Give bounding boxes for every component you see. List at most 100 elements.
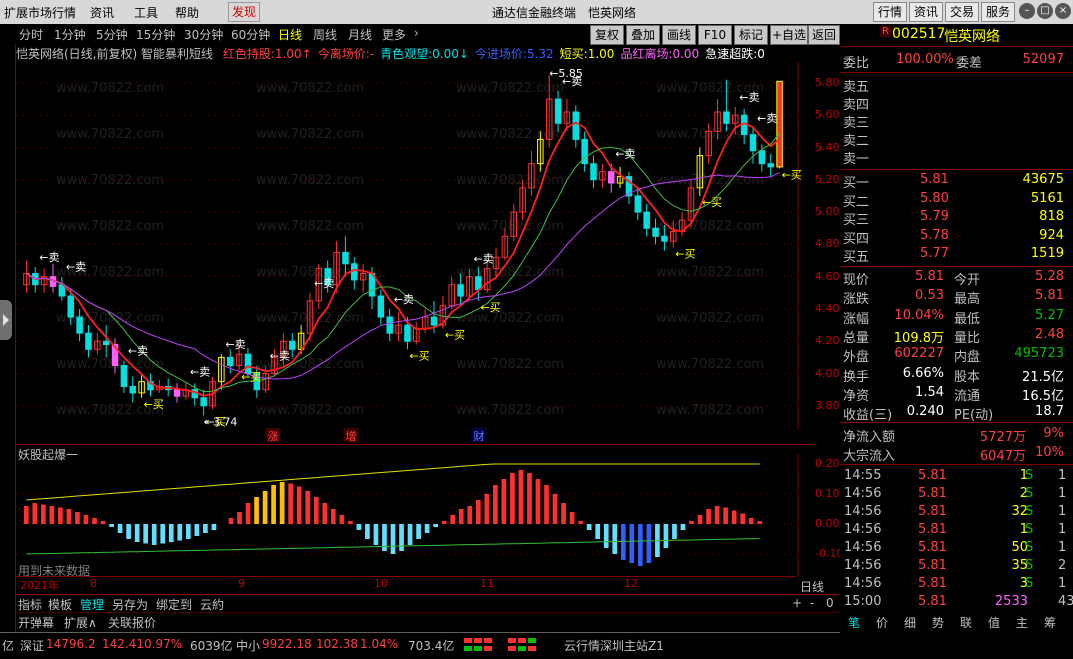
- toggle-related[interactable]: 关联报价: [108, 614, 156, 631]
- btn-trade[interactable]: 交易: [945, 2, 979, 22]
- period-tab[interactable]: 15分钟: [136, 26, 175, 43]
- tick-price: 5.81: [918, 594, 947, 609]
- stat-value: 0.240: [906, 404, 944, 420]
- tab-save-as[interactable]: 另存为: [112, 596, 148, 613]
- y-tick-label: 4.80: [815, 237, 840, 251]
- quote-tab[interactable]: 筹: [1044, 614, 1056, 631]
- tab-cloud[interactable]: 云約: [200, 596, 224, 613]
- menu-news[interactable]: 资讯: [90, 4, 114, 21]
- btn-overlay[interactable]: 叠加: [626, 25, 660, 45]
- period-tab[interactable]: 1分钟: [54, 26, 86, 43]
- candle-body: [129, 385, 137, 394]
- menu-discover[interactable]: 发现: [228, 2, 261, 22]
- extension-bar: 开弹幕 扩展∧ 关联报价: [16, 612, 840, 631]
- btn-f10[interactable]: F10: [698, 25, 732, 45]
- sell-signal: ←卖: [39, 251, 59, 264]
- candle-body: [386, 316, 393, 334]
- zoom-reset-button[interactable]: 0: [826, 596, 834, 610]
- period-tab[interactable]: 60分钟: [231, 26, 270, 43]
- stat-label: 内盘: [954, 350, 981, 366]
- chevron-right-icon[interactable]: ›: [414, 26, 419, 40]
- watermark-text: www.70822.com: [56, 219, 164, 234]
- period-tab[interactable]: 分时: [19, 26, 43, 43]
- btn-add-watch[interactable]: +自选: [770, 25, 808, 45]
- divider: [840, 169, 1073, 170]
- ask-row: 卖一: [840, 148, 1070, 167]
- tab-manage[interactable]: 管理: [80, 596, 104, 613]
- y-tick-label: 4.40: [815, 301, 840, 315]
- tick-price: 5.81: [918, 468, 947, 483]
- status-server[interactable]: 云行情深圳主站Z1: [564, 637, 664, 654]
- candle-body: [590, 163, 597, 181]
- menu-help[interactable]: 帮助: [175, 4, 199, 21]
- zoom-out-button[interactable]: -: [810, 596, 814, 610]
- stat-value: 21.5亿: [1022, 369, 1064, 385]
- btn-service[interactable]: 服务: [981, 2, 1015, 22]
- minimize-icon[interactable]: –: [1019, 3, 1035, 19]
- stat-value: 1.54: [915, 384, 944, 400]
- tick-price: 5.81: [918, 504, 947, 519]
- stat-value: 5.28: [1035, 269, 1064, 284]
- quote-tab[interactable]: 主: [1016, 614, 1028, 631]
- stat-row: 总量 109.8万 量比 2.48: [840, 327, 1070, 346]
- quote-tab[interactable]: 价: [876, 614, 888, 631]
- menu-market[interactable]: 扩展市场行情: [4, 4, 76, 21]
- watermark-text: www.70822.com: [456, 81, 564, 96]
- tab-bind[interactable]: 绑定到: [156, 596, 192, 613]
- buy-signal: ←买: [480, 301, 500, 314]
- bid-price: 5.79: [920, 209, 949, 224]
- bid-label: 买四: [843, 231, 870, 247]
- btn-back[interactable]: 返回: [808, 25, 840, 45]
- quote-tab[interactable]: 势: [932, 614, 944, 631]
- info-item-label: 品红离场:: [620, 47, 673, 61]
- stat-label: 总量: [843, 330, 870, 346]
- trade-tick-row: 14:56 5.81 35 S 2: [840, 558, 1070, 576]
- bid-label: 买五: [843, 250, 870, 265]
- quote-tab[interactable]: 细: [904, 614, 916, 631]
- close-icon[interactable]: ×: [1055, 3, 1071, 19]
- tab-template[interactable]: 模板: [48, 596, 72, 613]
- bid-volume: 43675: [1022, 172, 1064, 187]
- period-tab[interactable]: 月线: [348, 26, 372, 43]
- period-tab[interactable]: 30分钟: [184, 26, 223, 43]
- zoom-in-button[interactable]: +: [792, 596, 802, 610]
- btn-info[interactable]: 资讯: [909, 2, 943, 22]
- sub-indicator-chart[interactable]: [16, 454, 813, 576]
- date-label: 11: [480, 577, 494, 590]
- divider: [16, 444, 813, 445]
- btn-draw[interactable]: 画线: [662, 25, 696, 45]
- candle-body: [342, 251, 349, 265]
- stat-value: 6.66%: [902, 365, 944, 381]
- event-marker[interactable]: 财: [472, 428, 486, 443]
- low-label: ←3.74: [204, 416, 238, 429]
- watermark-text: www.70822.com: [656, 311, 764, 326]
- candle-body: [67, 295, 74, 318]
- bid-volume: 5161: [1030, 190, 1064, 206]
- period-tab[interactable]: 5分钟: [96, 26, 128, 43]
- tick-time: 14:56: [844, 522, 882, 537]
- event-marker[interactable]: 增: [344, 428, 358, 443]
- btn-fuquan[interactable]: 复权: [590, 25, 624, 45]
- menu-tools[interactable]: 工具: [134, 4, 158, 21]
- btn-quote[interactable]: 行情: [873, 2, 907, 22]
- price-chart[interactable]: www.70822.com www.70822.com www.70822.com w…: [16, 62, 813, 430]
- quote-tab[interactable]: 值: [988, 614, 1000, 631]
- period-tab[interactable]: 周线: [313, 26, 337, 43]
- expand-handle[interactable]: [0, 300, 12, 340]
- stat-value: 495723: [1014, 346, 1064, 362]
- btn-mark[interactable]: 标记: [734, 25, 768, 45]
- stat-value: 5.27: [1035, 307, 1064, 323]
- period-tab-active[interactable]: 日线: [278, 26, 302, 43]
- tab-indicator[interactable]: 指标: [18, 596, 42, 613]
- event-marker[interactable]: 涨: [266, 428, 280, 443]
- quote-tab[interactable]: 联: [960, 614, 972, 631]
- date-label: 8: [90, 577, 97, 590]
- maximize-icon[interactable]: □: [1037, 3, 1053, 19]
- toggle-danmu[interactable]: 开弹幕: [18, 614, 54, 631]
- tick-time: 14:56: [844, 504, 882, 519]
- period-tab[interactable]: 更多: [382, 26, 406, 43]
- stock-code: 002517: [892, 26, 946, 42]
- tick-time: 14:56: [844, 540, 882, 555]
- quote-tab[interactable]: 笔: [848, 614, 860, 631]
- toggle-extend[interactable]: 扩展∧: [64, 614, 97, 631]
